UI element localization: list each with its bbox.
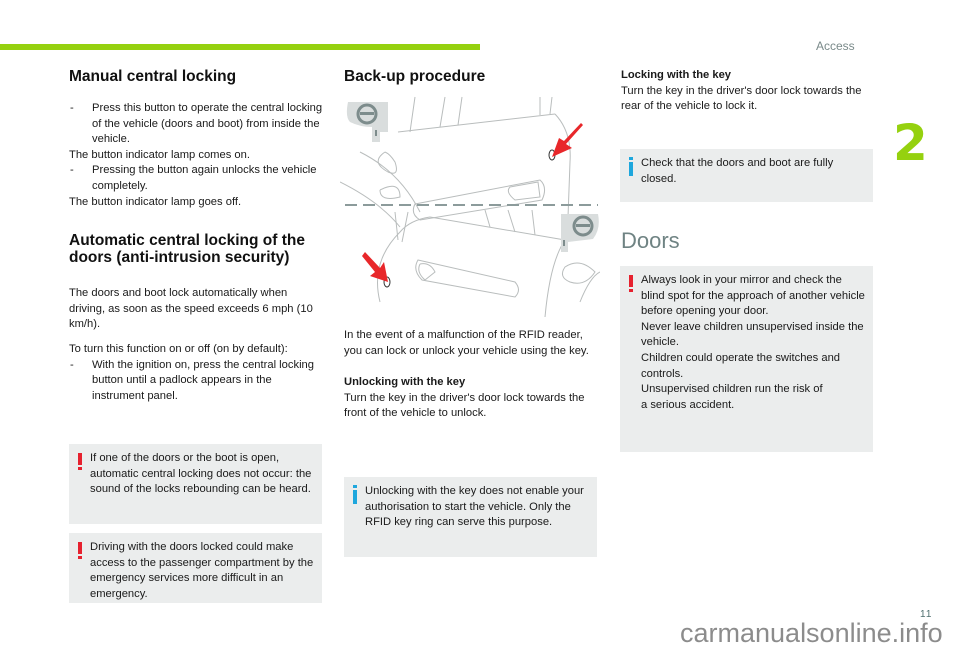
list-item: - With the ignition on, press the central… <box>70 358 315 402</box>
column-2: Back-up procedure <box>344 68 600 85</box>
column-1: Manual central locking - Press this butto… <box>69 68 325 404</box>
auto-locking-text: The doors and boot lock automatically wh… <box>69 287 313 331</box>
warning-icon <box>78 453 82 470</box>
rfid-malfunction-text: In the event of a malfunction of the RFI… <box>344 329 589 357</box>
steering-wheel-icon <box>346 102 388 142</box>
column-2-text: In the event of a malfunction of the RFI… <box>344 328 600 422</box>
warning-icon <box>629 275 633 292</box>
fender-curve <box>359 151 421 213</box>
info-icon <box>353 485 357 504</box>
locking-text: Turn the key in the driver's door lock t… <box>621 84 862 113</box>
warning-box: If one of the doors or the boot is open,… <box>69 444 322 524</box>
accent-bar <box>0 44 480 50</box>
red-arrow-icon <box>362 252 388 282</box>
info-box: Unlocking with the key does not enable y… <box>344 477 597 557</box>
toggle-intro: To turn this function on or off (on by d… <box>69 342 288 355</box>
steering-wheel-icon <box>561 214 599 252</box>
warning-box: Always look in your mirror and check the… <box>620 266 873 452</box>
list-item: - Pressing the button again unlocks the v… <box>70 164 317 192</box>
list-item: The button indicator lamp goes off. <box>69 195 242 208</box>
list-item: The button indicator lamp comes on. <box>69 148 250 161</box>
auto-locking-title: Automatic central locking of the doors (… <box>69 232 305 267</box>
warning-box: Driving with the doors locked could make… <box>69 533 322 603</box>
watermark: carmanualsonline.info <box>680 618 943 648</box>
unlocking-title: Unlocking with the key <box>344 376 466 389</box>
list-item: - Press this button to operate the centra… <box>70 102 323 146</box>
doors-title: Doors <box>621 228 680 253</box>
column-3: Locking with the key Turn the key in the… <box>621 68 877 115</box>
locking-title: Locking with the key <box>621 69 732 81</box>
red-arrow-icon <box>552 123 583 157</box>
backup-procedure-title: Back-up procedure <box>344 68 486 85</box>
unlocking-text: Turn the key in the driver's door lock t… <box>344 391 585 420</box>
section-label: Access <box>816 39 855 53</box>
warning-icon <box>78 542 82 559</box>
manual-locking-title: Manual central locking <box>69 68 237 85</box>
door-lock-illustration <box>340 96 600 317</box>
info-box: Check that the doors and boot are fully … <box>620 149 873 202</box>
info-icon <box>629 157 633 176</box>
chapter-number: 2 <box>893 114 928 172</box>
